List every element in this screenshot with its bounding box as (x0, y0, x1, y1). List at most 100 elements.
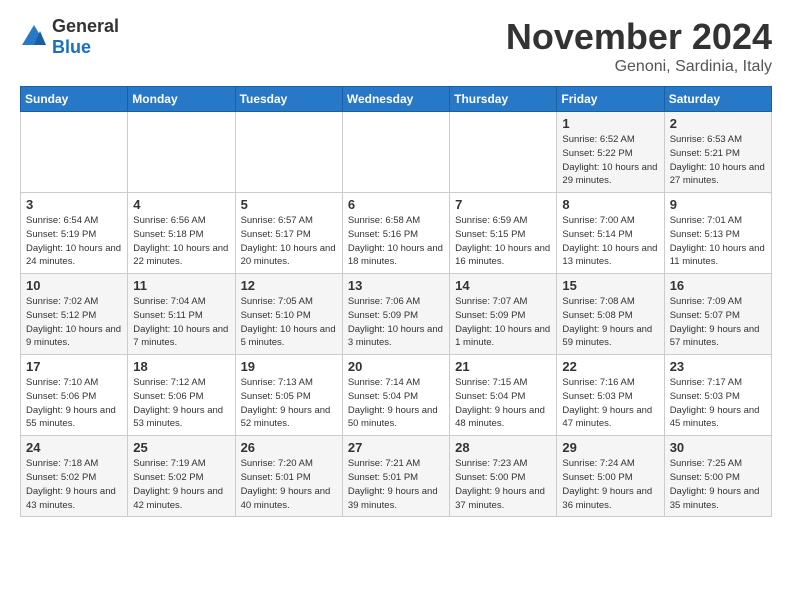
day-content: Sunrise: 6:54 AM Sunset: 5:19 PM Dayligh… (26, 214, 122, 269)
table-cell (450, 112, 557, 193)
table-cell: 25Sunrise: 7:19 AM Sunset: 5:02 PM Dayli… (128, 436, 235, 517)
table-cell: 7 Sunrise: 6:59 AM Sunset: 5:15 PM Daylig… (450, 193, 557, 274)
day-content: Sunrise: 6:59 AM Sunset: 5:15 PM Dayligh… (455, 214, 551, 269)
day-content: Sunrise: 7:07 AM Sunset: 5:09 PM Dayligh… (455, 295, 551, 350)
week-row-1: 3 Sunrise: 6:54 AM Sunset: 5:19 PM Daylig… (21, 193, 772, 274)
day-content: Sunrise: 6:53 AM Sunset: 5:21 PM Dayligh… (670, 133, 766, 188)
table-cell: 2 Sunrise: 6:53 AM Sunset: 5:21 PM Daylig… (664, 112, 771, 193)
day-number: 8 (562, 197, 658, 212)
day-content: Sunrise: 7:08 AM Sunset: 5:08 PM Dayligh… (562, 295, 658, 350)
day-number: 5 (241, 197, 337, 212)
table-cell: 23 Sunrise: 7:17 AM Sunset: 5:03 PM Dayli… (664, 355, 771, 436)
day-number: 20 (348, 359, 444, 374)
day-number: 19 (241, 359, 337, 374)
day-content: Sunrise: 7:18 AM Sunset: 5:02 PM Dayligh… (26, 457, 122, 512)
header-row: Sunday Monday Tuesday Wednesday Thursday… (21, 87, 772, 112)
day-number: 23 (670, 359, 766, 374)
day-number: 25 (133, 440, 229, 455)
col-saturday: Saturday (664, 87, 771, 112)
day-content: Sunrise: 7:21 AM Sunset: 5:01 PM Dayligh… (348, 457, 444, 512)
header: General Blue November 2024 Genoni, Sardi… (20, 16, 772, 76)
col-monday: Monday (128, 87, 235, 112)
day-number: 28 (455, 440, 551, 455)
logo: General Blue (20, 16, 119, 58)
day-number: 26 (241, 440, 337, 455)
week-row-4: 24 Sunrise: 7:18 AM Sunset: 5:02 PM Dayli… (21, 436, 772, 517)
logo-general: General (52, 16, 119, 36)
day-number: 6 (348, 197, 444, 212)
day-content: Sunrise: 7:15 AM Sunset: 5:04 PM Dayligh… (455, 376, 551, 431)
day-number: 14 (455, 278, 551, 293)
week-row-3: 17Sunrise: 7:10 AM Sunset: 5:06 PM Dayli… (21, 355, 772, 436)
day-content: Sunrise: 7:20 AM Sunset: 5:01 PM Dayligh… (241, 457, 337, 512)
calendar-table: Sunday Monday Tuesday Wednesday Thursday… (20, 86, 772, 517)
day-number: 7 (455, 197, 551, 212)
day-content: Sunrise: 7:12 AM Sunset: 5:06 PM Dayligh… (133, 376, 229, 431)
day-content: Sunrise: 7:14 AM Sunset: 5:04 PM Dayligh… (348, 376, 444, 431)
table-cell (128, 112, 235, 193)
table-cell: 15 Sunrise: 7:08 AM Sunset: 5:08 PM Dayli… (557, 274, 664, 355)
table-cell: 8Sunrise: 7:00 AM Sunset: 5:14 PM Daylig… (557, 193, 664, 274)
day-content: Sunrise: 7:25 AM Sunset: 5:00 PM Dayligh… (670, 457, 766, 512)
day-content: Sunrise: 7:02 AM Sunset: 5:12 PM Dayligh… (26, 295, 122, 350)
month-title: November 2024 (506, 16, 772, 58)
day-number: 12 (241, 278, 337, 293)
table-cell (235, 112, 342, 193)
table-cell: 24 Sunrise: 7:18 AM Sunset: 5:02 PM Dayli… (21, 436, 128, 517)
day-number: 2 (670, 116, 766, 131)
table-cell: 16 Sunrise: 7:09 AM Sunset: 5:07 PM Dayli… (664, 274, 771, 355)
day-content: Sunrise: 7:24 AM Sunset: 5:00 PM Dayligh… (562, 457, 658, 512)
day-number: 17 (26, 359, 122, 374)
table-cell: 10 Sunrise: 7:02 AM Sunset: 5:12 PM Dayli… (21, 274, 128, 355)
table-cell: 14 Sunrise: 7:07 AM Sunset: 5:09 PM Dayli… (450, 274, 557, 355)
day-content: Sunrise: 7:17 AM Sunset: 5:03 PM Dayligh… (670, 376, 766, 431)
day-content: Sunrise: 7:13 AM Sunset: 5:05 PM Dayligh… (241, 376, 337, 431)
day-number: 27 (348, 440, 444, 455)
col-sunday: Sunday (21, 87, 128, 112)
day-content: Sunrise: 6:56 AM Sunset: 5:18 PM Dayligh… (133, 214, 229, 269)
table-cell: 30 Sunrise: 7:25 AM Sunset: 5:00 PM Dayli… (664, 436, 771, 517)
day-number: 24 (26, 440, 122, 455)
title-block: November 2024 Genoni, Sardinia, Italy (506, 16, 772, 76)
day-content: Sunrise: 7:23 AM Sunset: 5:00 PM Dayligh… (455, 457, 551, 512)
logo-blue: Blue (52, 37, 91, 57)
day-number: 9 (670, 197, 766, 212)
day-number: 15 (562, 278, 658, 293)
day-content: Sunrise: 7:06 AM Sunset: 5:09 PM Dayligh… (348, 295, 444, 350)
day-number: 21 (455, 359, 551, 374)
table-cell: 21 Sunrise: 7:15 AM Sunset: 5:04 PM Dayli… (450, 355, 557, 436)
table-cell: 13 Sunrise: 7:06 AM Sunset: 5:09 PM Dayli… (342, 274, 449, 355)
day-content: Sunrise: 7:16 AM Sunset: 5:03 PM Dayligh… (562, 376, 658, 431)
logo-icon (20, 23, 48, 51)
table-cell (21, 112, 128, 193)
day-number: 3 (26, 197, 122, 212)
day-number: 13 (348, 278, 444, 293)
table-cell (342, 112, 449, 193)
week-row-0: 1Sunrise: 6:52 AM Sunset: 5:22 PM Daylig… (21, 112, 772, 193)
day-content: Sunrise: 7:05 AM Sunset: 5:10 PM Dayligh… (241, 295, 337, 350)
col-wednesday: Wednesday (342, 87, 449, 112)
col-friday: Friday (557, 87, 664, 112)
table-cell: 6 Sunrise: 6:58 AM Sunset: 5:16 PM Daylig… (342, 193, 449, 274)
day-number: 1 (562, 116, 658, 131)
table-cell: 5 Sunrise: 6:57 AM Sunset: 5:17 PM Daylig… (235, 193, 342, 274)
day-content: Sunrise: 7:09 AM Sunset: 5:07 PM Dayligh… (670, 295, 766, 350)
day-number: 10 (26, 278, 122, 293)
day-number: 30 (670, 440, 766, 455)
day-content: Sunrise: 6:58 AM Sunset: 5:16 PM Dayligh… (348, 214, 444, 269)
day-content: Sunrise: 6:57 AM Sunset: 5:17 PM Dayligh… (241, 214, 337, 269)
day-number: 4 (133, 197, 229, 212)
location: Genoni, Sardinia, Italy (506, 58, 772, 76)
day-number: 11 (133, 278, 229, 293)
day-content: Sunrise: 7:04 AM Sunset: 5:11 PM Dayligh… (133, 295, 229, 350)
week-row-2: 10 Sunrise: 7:02 AM Sunset: 5:12 PM Dayli… (21, 274, 772, 355)
day-number: 16 (670, 278, 766, 293)
table-cell: 22Sunrise: 7:16 AM Sunset: 5:03 PM Dayli… (557, 355, 664, 436)
table-cell: 27 Sunrise: 7:21 AM Sunset: 5:01 PM Dayli… (342, 436, 449, 517)
col-tuesday: Tuesday (235, 87, 342, 112)
col-thursday: Thursday (450, 87, 557, 112)
table-cell: 26 Sunrise: 7:20 AM Sunset: 5:01 PM Dayli… (235, 436, 342, 517)
table-cell: 17Sunrise: 7:10 AM Sunset: 5:06 PM Dayli… (21, 355, 128, 436)
table-cell: 11 Sunrise: 7:04 AM Sunset: 5:11 PM Dayli… (128, 274, 235, 355)
page: General Blue November 2024 Genoni, Sardi… (0, 0, 792, 527)
